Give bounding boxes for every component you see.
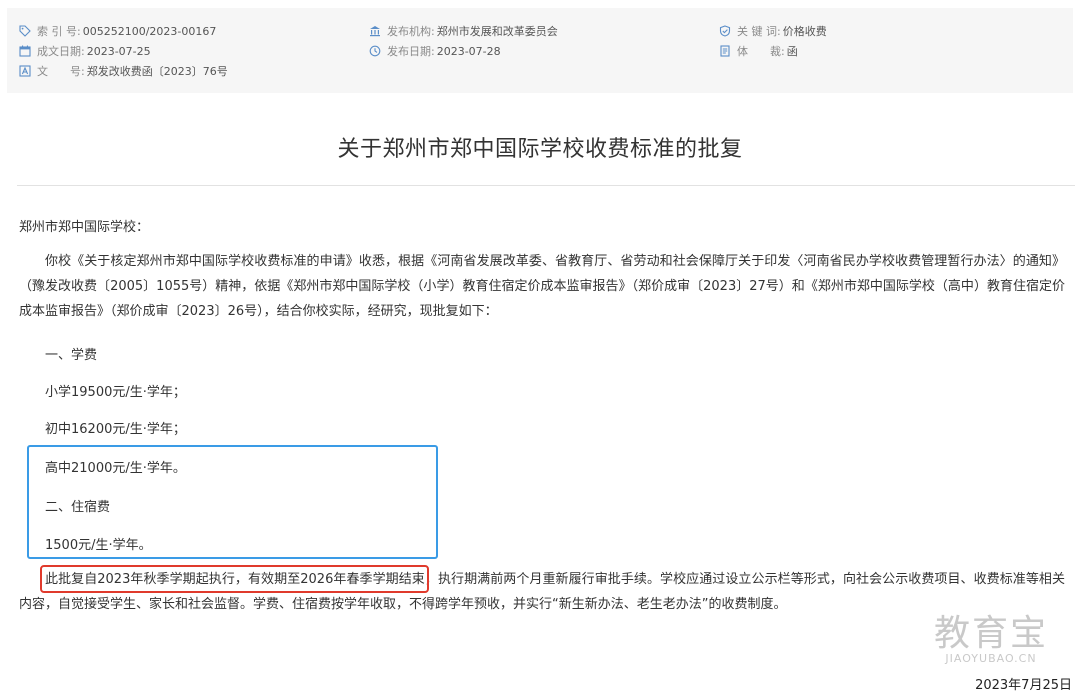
meta-published: 发布日期: 2023-07-28 <box>369 43 501 59</box>
document-metadata-panel: 索 引 号: 005252100/2023-00167 发布机构: 郑州市发展和… <box>7 8 1073 93</box>
watermark-cn: 教育宝 <box>933 613 1048 654</box>
tuition-heading: 一、学费 <box>45 348 98 363</box>
tuition-junior: 初中16200元/生·学年； <box>45 422 186 437</box>
meta-created: 成文日期: 2023-07-25 <box>19 43 151 59</box>
document-icon <box>720 45 730 57</box>
highlight-box-red <box>40 565 429 593</box>
title-divider <box>17 185 1075 186</box>
meta-docno: 文 号: 郑发改收费函〔2023〕76号 <box>19 63 228 79</box>
page-title: 关于郑州市郑中国际学校收费标准的批复 <box>337 137 743 162</box>
tag-icon <box>19 25 31 37</box>
meta-issuer: 发布机构: 郑州市发展和改革委员会 <box>369 23 558 39</box>
body-paragraph-1: 你校《关于核定郑州市郑中国际学校收费标准的申请》收悉，根据《河南省发展改革委、省… <box>19 254 1065 319</box>
institution-icon <box>370 26 380 37</box>
meta-genre: 体 裁: 函 <box>719 43 798 59</box>
signature-date: 2023年7月25日 <box>975 678 1072 693</box>
clock-icon <box>369 45 381 57</box>
watermark-logo: 教育宝 JIAOYUBAO.CN <box>918 613 1064 666</box>
calendar-icon <box>19 45 31 57</box>
salutation: 郑州市郑中国际学校： <box>19 220 150 235</box>
text-icon <box>19 65 31 77</box>
meta-index: 索 引 号: 005252100/2023-00167 <box>19 23 216 39</box>
highlight-box-blue <box>27 445 438 559</box>
shield-check-icon <box>719 25 731 37</box>
tuition-primary: 小学19500元/生·学年； <box>45 385 186 400</box>
meta-keywords: 关 键 词: 价格收费 <box>719 23 827 39</box>
